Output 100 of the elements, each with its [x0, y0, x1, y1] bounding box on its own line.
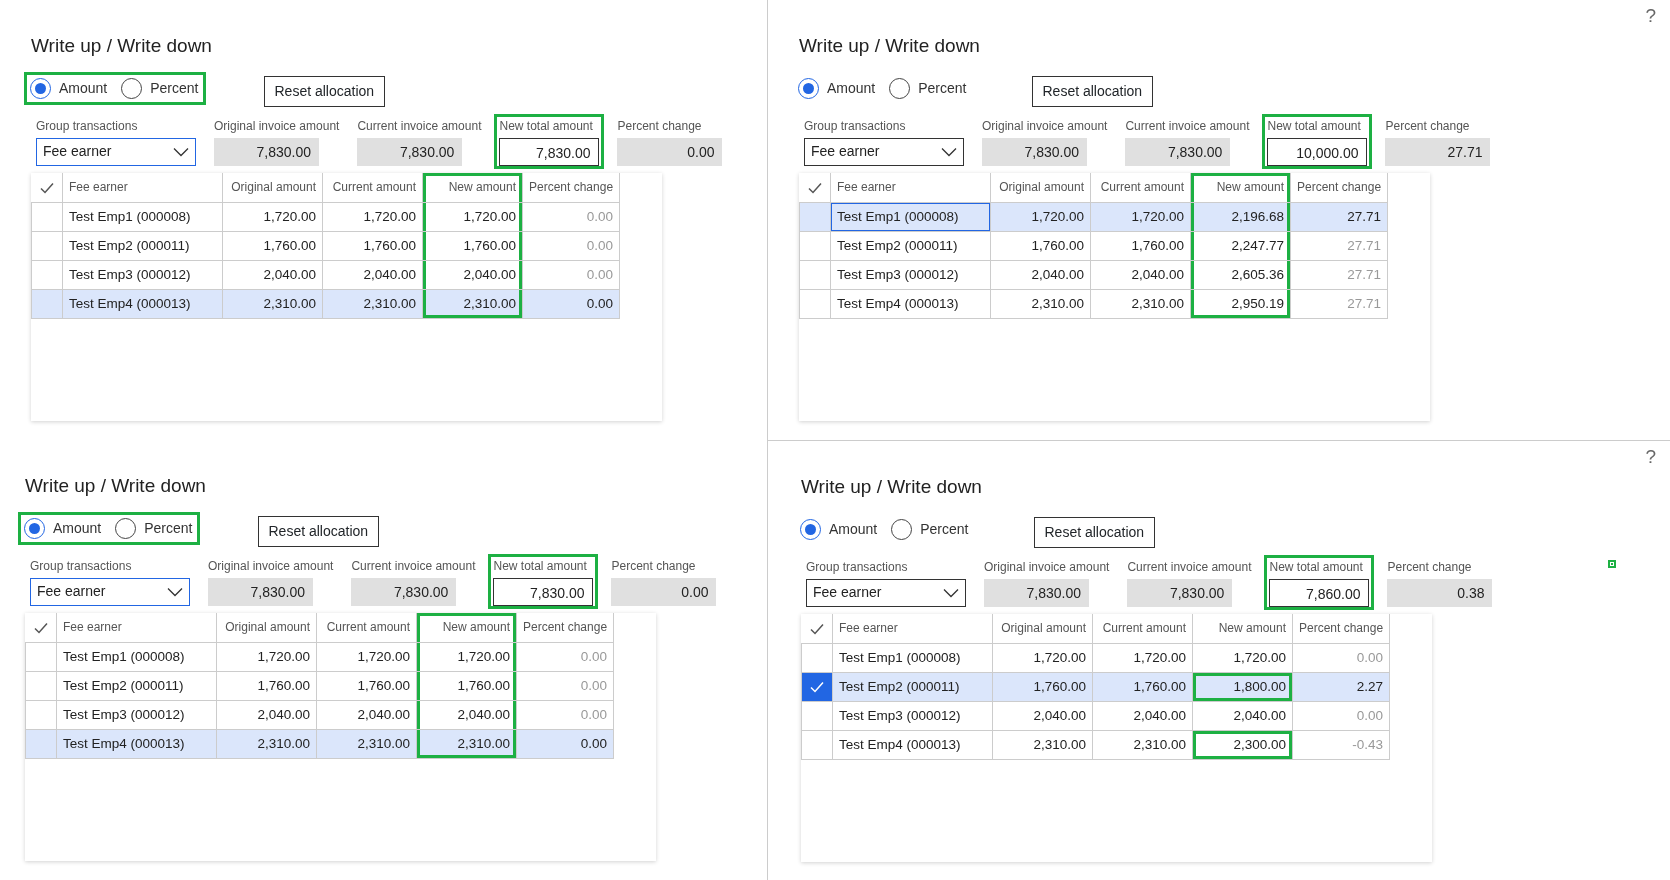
table-cell: 1,720.00 — [992, 643, 1093, 673]
row-checkbox[interactable] — [799, 202, 831, 232]
table-cell[interactable]: 2,040.00 — [1192, 701, 1293, 731]
table-cell[interactable]: Test Emp2 (000011) — [832, 672, 993, 702]
table-cell[interactable]: 2,605.36 — [1190, 260, 1291, 290]
table-cell[interactable]: Test Emp3 (000012) — [832, 701, 993, 731]
row-checkbox[interactable] — [31, 231, 63, 261]
row-checkbox[interactable] — [801, 643, 833, 673]
column-header[interactable]: Fee earner — [832, 613, 993, 644]
table-cell[interactable]: Test Emp3 (000012) — [62, 260, 223, 290]
row-checkbox[interactable] — [25, 729, 57, 759]
table-cell[interactable]: 2,300.00 — [1192, 730, 1293, 760]
row-checkbox[interactable] — [801, 730, 833, 760]
table-cell[interactable]: 1,760.00 — [416, 671, 517, 701]
row-checkbox[interactable] — [31, 289, 63, 319]
column-header[interactable]: Current amount — [322, 172, 423, 203]
radio-option[interactable]: Percent — [891, 519, 969, 540]
reset-button[interactable]: Reset allocation — [1033, 517, 1156, 548]
field-label: Current invoice amount — [357, 117, 482, 135]
dropdown-field[interactable]: Fee earner — [804, 137, 964, 166]
table-cell[interactable]: Test Emp3 (000012) — [830, 260, 991, 290]
table-cell[interactable]: 2,040.00 — [422, 260, 523, 290]
reset-button[interactable]: Reset allocation — [1031, 76, 1154, 107]
radio-option[interactable]: Amount — [24, 518, 102, 539]
table-cell[interactable]: 1,760.00 — [422, 231, 523, 261]
dropdown-field[interactable]: Fee earner — [30, 577, 190, 606]
table-cell[interactable]: 1,800.00 — [1192, 672, 1293, 702]
table-cell[interactable]: Test Emp3 (000012) — [56, 700, 217, 730]
table-cell[interactable]: Test Emp1 (000008) — [56, 642, 217, 672]
input-field[interactable]: 10,000.00 — [1267, 137, 1368, 166]
table-cell[interactable]: Test Emp1 (000008) — [830, 202, 991, 232]
row-checkbox[interactable] — [799, 289, 831, 319]
row-checkbox[interactable] — [799, 231, 831, 261]
table-cell[interactable]: Test Emp2 (000011) — [830, 231, 991, 261]
column-header[interactable]: Current amount — [1092, 613, 1193, 644]
row-checkbox[interactable] — [31, 260, 63, 290]
radio-option[interactable]: Percent — [115, 518, 193, 539]
column-header[interactable]: New amount — [1190, 172, 1291, 203]
column-header[interactable]: Percent change — [1290, 172, 1388, 203]
input-field[interactable]: 7,830.00 — [493, 577, 594, 606]
table-cell[interactable]: Test Emp4 (000013) — [830, 289, 991, 319]
column-header[interactable]: Current amount — [1090, 172, 1191, 203]
column-header[interactable]: Percent change — [522, 172, 620, 203]
table-cell[interactable]: Test Emp2 (000011) — [62, 231, 223, 261]
help-icon[interactable]: ? — [1645, 447, 1656, 471]
row-checkbox[interactable] — [801, 701, 833, 731]
dropdown-field[interactable]: Fee earner — [36, 137, 196, 166]
column-header[interactable]: Original amount — [992, 613, 1093, 644]
column-header[interactable]: Percent change — [516, 612, 614, 643]
table-cell[interactable]: 2,196.68 — [1190, 202, 1291, 232]
table-cell[interactable]: 1,720.00 — [422, 202, 523, 232]
field-label: Percent change — [617, 117, 703, 135]
input-field[interactable]: 7,830.00 — [499, 137, 600, 166]
table-cell[interactable]: 2,040.00 — [416, 700, 517, 730]
row-checkbox[interactable] — [31, 202, 63, 232]
table-cell[interactable]: Test Emp1 (000008) — [62, 202, 223, 232]
column-header[interactable]: Original amount — [990, 172, 1091, 203]
reset-button[interactable]: Reset allocation — [263, 76, 386, 107]
radio-option[interactable]: Amount — [800, 519, 878, 540]
dropdown-field[interactable]: Fee earner — [806, 578, 966, 607]
column-header[interactable]: Fee earner — [62, 172, 223, 203]
row-checkbox[interactable] — [25, 671, 57, 701]
table-cell[interactable]: 2,310.00 — [422, 289, 523, 319]
table-cell[interactable]: Test Emp1 (000008) — [832, 643, 993, 673]
table-cell: 2,040.00 — [992, 701, 1093, 731]
column-header[interactable]: New amount — [1192, 613, 1293, 644]
table-cell: 1,760.00 — [322, 231, 423, 261]
column-header[interactable]: Original amount — [216, 612, 317, 643]
row-checkbox[interactable] — [25, 700, 57, 730]
table-cell[interactable]: 2,247.77 — [1190, 231, 1291, 261]
column-header[interactable]: Fee earner — [830, 172, 991, 203]
row-checkbox[interactable] — [799, 260, 831, 290]
table-cell: 2,310.00 — [992, 730, 1093, 760]
table-cell: 1,720.00 — [1090, 202, 1191, 232]
row-checkbox[interactable] — [25, 642, 57, 672]
table-cell[interactable]: 1,720.00 — [416, 642, 517, 672]
radio-option[interactable]: Amount — [798, 78, 876, 99]
column-header[interactable]: New amount — [416, 612, 517, 643]
table-cell[interactable]: Test Emp4 (000013) — [62, 289, 223, 319]
radio-option[interactable]: Percent — [889, 78, 967, 99]
radio-option[interactable]: Percent — [121, 78, 199, 99]
table-cell[interactable]: 1,720.00 — [1192, 643, 1293, 673]
table-cell[interactable]: 2,950.19 — [1190, 289, 1291, 319]
table-cell[interactable]: 2,310.00 — [416, 729, 517, 759]
dialog-title: Write up / Write down — [25, 474, 207, 498]
table-cell[interactable]: Test Emp4 (000013) — [832, 730, 993, 760]
radio-option[interactable]: Amount — [30, 78, 108, 99]
column-header[interactable]: Original amount — [222, 172, 323, 203]
column-header[interactable]: Current amount — [316, 612, 417, 643]
column-header[interactable]: New amount — [422, 172, 523, 203]
table-cell[interactable]: Test Emp4 (000013) — [56, 729, 217, 759]
row-checkbox[interactable] — [801, 672, 833, 702]
input-field[interactable]: 7,860.00 — [1269, 578, 1370, 607]
table-cell: 0.00 — [516, 700, 614, 730]
column-header[interactable]: Fee earner — [56, 612, 217, 643]
table-cell[interactable]: Test Emp2 (000011) — [56, 671, 217, 701]
column-header[interactable]: Percent change — [1292, 613, 1390, 644]
reset-button[interactable]: Reset allocation — [257, 516, 380, 547]
table-cell: 0.00 — [522, 231, 620, 261]
help-icon[interactable]: ? — [1645, 6, 1656, 30]
